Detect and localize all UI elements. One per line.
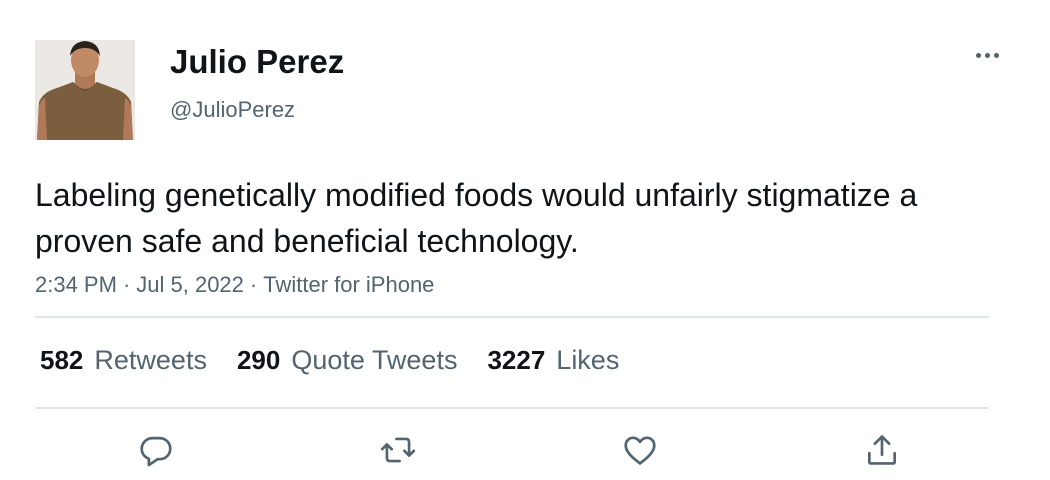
meta-separator: · bbox=[122, 272, 131, 297]
more-options-icon[interactable] bbox=[968, 44, 1008, 68]
quote-tweets-stat[interactable]: 290 Quote Tweets bbox=[237, 345, 458, 376]
quote-tweets-count: 290 bbox=[236, 344, 281, 375]
tweet-text: Labeling genetically modified foods woul… bbox=[35, 177, 918, 259]
divider bbox=[35, 316, 989, 318]
share-icon bbox=[867, 435, 897, 465]
tweet-source[interactable]: Twitter for iPhone bbox=[263, 272, 434, 297]
like-button[interactable] bbox=[618, 428, 662, 472]
tweet-meta: 2:34 PM · Jul 5, 2022 · Twitter for iPhone bbox=[35, 271, 434, 299]
meta-separator: · bbox=[249, 272, 258, 297]
avatar[interactable] bbox=[35, 40, 135, 140]
tweet-time[interactable]: 2:34 PM bbox=[35, 272, 117, 297]
retweet-button[interactable] bbox=[376, 428, 420, 472]
likes-label: Likes bbox=[556, 344, 620, 375]
retweet-icon bbox=[380, 437, 416, 463]
action-bar bbox=[0, 428, 1050, 472]
author-name[interactable]: Julio Perez bbox=[170, 42, 344, 82]
divider bbox=[35, 407, 989, 409]
quote-tweets-label: Quote Tweets bbox=[291, 344, 458, 375]
retweets-stat[interactable]: 582 Retweets bbox=[40, 345, 207, 376]
retweets-label: Retweets bbox=[94, 344, 207, 375]
author-handle[interactable]: @JulioPerez bbox=[170, 96, 295, 124]
engagement-stats: 582 Retweets 290 Quote Tweets 3227 Likes bbox=[40, 343, 649, 377]
retweets-count: 582 bbox=[40, 344, 84, 375]
reply-icon bbox=[140, 436, 172, 467]
likes-count: 3227 bbox=[487, 344, 546, 375]
share-button[interactable] bbox=[860, 428, 904, 472]
like-icon bbox=[624, 436, 656, 465]
reply-button[interactable] bbox=[134, 428, 178, 472]
profile-photo-icon bbox=[35, 40, 135, 140]
tweet-date[interactable]: Jul 5, 2022 bbox=[136, 272, 244, 297]
likes-stat[interactable]: 3227 Likes bbox=[487, 345, 619, 376]
tweet-card: Julio Perez @JulioPerez Labeling genetic… bbox=[0, 0, 1050, 480]
